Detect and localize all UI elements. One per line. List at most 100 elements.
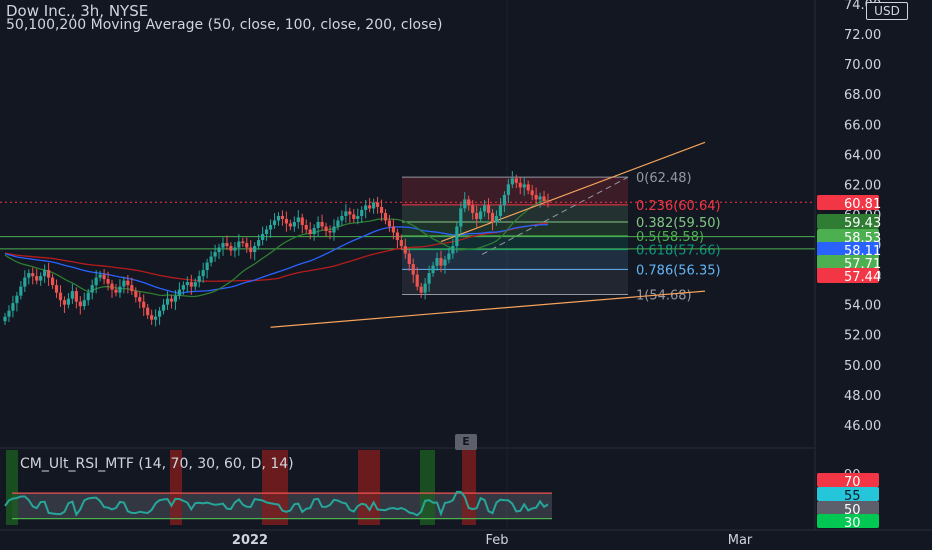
candle-body[interactable] (15, 295, 19, 304)
candle-body[interactable] (439, 258, 443, 266)
candle-body[interactable] (304, 224, 308, 230)
candle-body[interactable] (316, 221, 320, 228)
candle-body[interactable] (475, 212, 479, 219)
candle-body[interactable] (82, 300, 86, 307)
candle-body[interactable] (7, 310, 11, 317)
candle-body[interactable] (324, 226, 328, 232)
candle-body[interactable] (372, 202, 376, 209)
candle-body[interactable] (130, 285, 134, 292)
candle-body[interactable] (35, 276, 39, 281)
candle-body[interactable] (197, 276, 201, 283)
candle-body[interactable] (142, 301, 146, 308)
candle-body[interactable] (431, 265, 435, 274)
candle-body[interactable] (542, 196, 546, 201)
candle-body[interactable] (90, 285, 94, 293)
rsi-indicator-label[interactable]: CM_Ult_RSI_MTF (14, 70, 30, 60, D, 14) (20, 456, 294, 472)
currency-button[interactable]: USD (866, 2, 908, 20)
candle-body[interactable] (106, 279, 110, 284)
candle-body[interactable] (427, 273, 431, 284)
candle-body[interactable] (522, 184, 526, 188)
candle-body[interactable] (177, 289, 181, 296)
candle-body[interactable] (526, 184, 530, 191)
candle-body[interactable] (23, 277, 27, 287)
candle-body[interactable] (74, 291, 78, 302)
candle-body[interactable] (344, 211, 348, 216)
candle-body[interactable] (352, 214, 356, 219)
candle-body[interactable] (11, 303, 15, 311)
candle-body[interactable] (451, 246, 455, 254)
ma-indicator-label[interactable]: 50,100,200 Moving Average (50, close, 10… (6, 17, 442, 33)
candle-body[interactable] (181, 285, 185, 290)
candle-body[interactable] (157, 310, 162, 317)
candle-body[interactable] (66, 298, 71, 305)
candle-body[interactable] (280, 215, 285, 219)
candle-body[interactable] (27, 273, 31, 278)
candle-body[interactable] (43, 270, 47, 277)
candle-body[interactable] (19, 286, 23, 296)
candle-body[interactable] (435, 258, 439, 266)
candle-body[interactable] (387, 220, 392, 227)
candle-body[interactable] (356, 215, 360, 219)
candle-body[interactable] (320, 221, 324, 227)
candle-body[interactable] (423, 283, 427, 293)
candle-body[interactable] (225, 243, 229, 247)
candle-body[interactable] (39, 276, 43, 281)
candle-body[interactable] (54, 285, 59, 293)
candle-body[interactable] (102, 274, 106, 280)
candle-body[interactable] (118, 286, 122, 293)
candle-body[interactable] (253, 246, 257, 253)
candle-body[interactable] (205, 262, 209, 271)
candle-body[interactable] (530, 190, 534, 195)
candle-body[interactable] (245, 243, 249, 248)
candle-body[interactable] (98, 274, 102, 278)
candle-body[interactable] (114, 289, 118, 293)
candle-body[interactable] (189, 282, 193, 287)
candle-body[interactable] (50, 277, 55, 286)
candle-body[interactable] (237, 241, 241, 248)
candle-body[interactable] (391, 226, 396, 233)
candle-body[interactable] (368, 205, 372, 209)
candle-body[interactable] (229, 246, 233, 251)
candle-body[interactable] (538, 196, 542, 200)
candle-body[interactable] (173, 295, 178, 302)
candle-body[interactable] (364, 205, 368, 210)
candle-body[interactable] (502, 194, 507, 206)
candle-body[interactable] (70, 291, 74, 299)
candle-body[interactable] (292, 221, 296, 227)
candle-body[interactable] (506, 184, 510, 195)
trend-channel-lower[interactable] (270, 290, 706, 328)
candle-body[interactable] (510, 178, 514, 185)
candle-body[interactable] (518, 182, 522, 188)
candle-body[interactable] (3, 316, 7, 322)
candle-body[interactable] (336, 220, 340, 227)
candle-body[interactable] (415, 274, 419, 287)
candle-body[interactable] (221, 243, 225, 248)
candle-body[interactable] (328, 231, 332, 233)
candle-body[interactable] (264, 229, 269, 235)
candle-body[interactable] (165, 298, 170, 305)
candle-body[interactable] (201, 270, 205, 277)
candle-body[interactable] (463, 199, 467, 209)
candle-body[interactable] (459, 208, 463, 227)
candle-body[interactable] (482, 205, 487, 212)
candle-body[interactable] (399, 240, 403, 247)
candle-body[interactable] (411, 264, 415, 275)
candle-body[interactable] (379, 206, 384, 213)
candle-body[interactable] (78, 301, 82, 307)
candle-body[interactable] (31, 273, 35, 277)
candle-body[interactable] (419, 286, 423, 293)
candle-body[interactable] (340, 215, 344, 221)
candle-body[interactable] (514, 178, 518, 183)
candle-body[interactable] (62, 300, 67, 305)
candle-body[interactable] (383, 212, 388, 221)
candle-body[interactable] (138, 297, 142, 302)
candle-body[interactable] (217, 247, 221, 253)
candle-body[interactable] (261, 234, 265, 241)
candle-body[interactable] (154, 316, 158, 320)
candle-body[interactable] (395, 232, 399, 241)
candle-body[interactable] (268, 224, 273, 230)
candle-body[interactable] (486, 205, 491, 213)
candle-body[interactable] (296, 217, 300, 222)
candle-body[interactable] (241, 241, 245, 244)
candle-body[interactable] (46, 270, 51, 278)
